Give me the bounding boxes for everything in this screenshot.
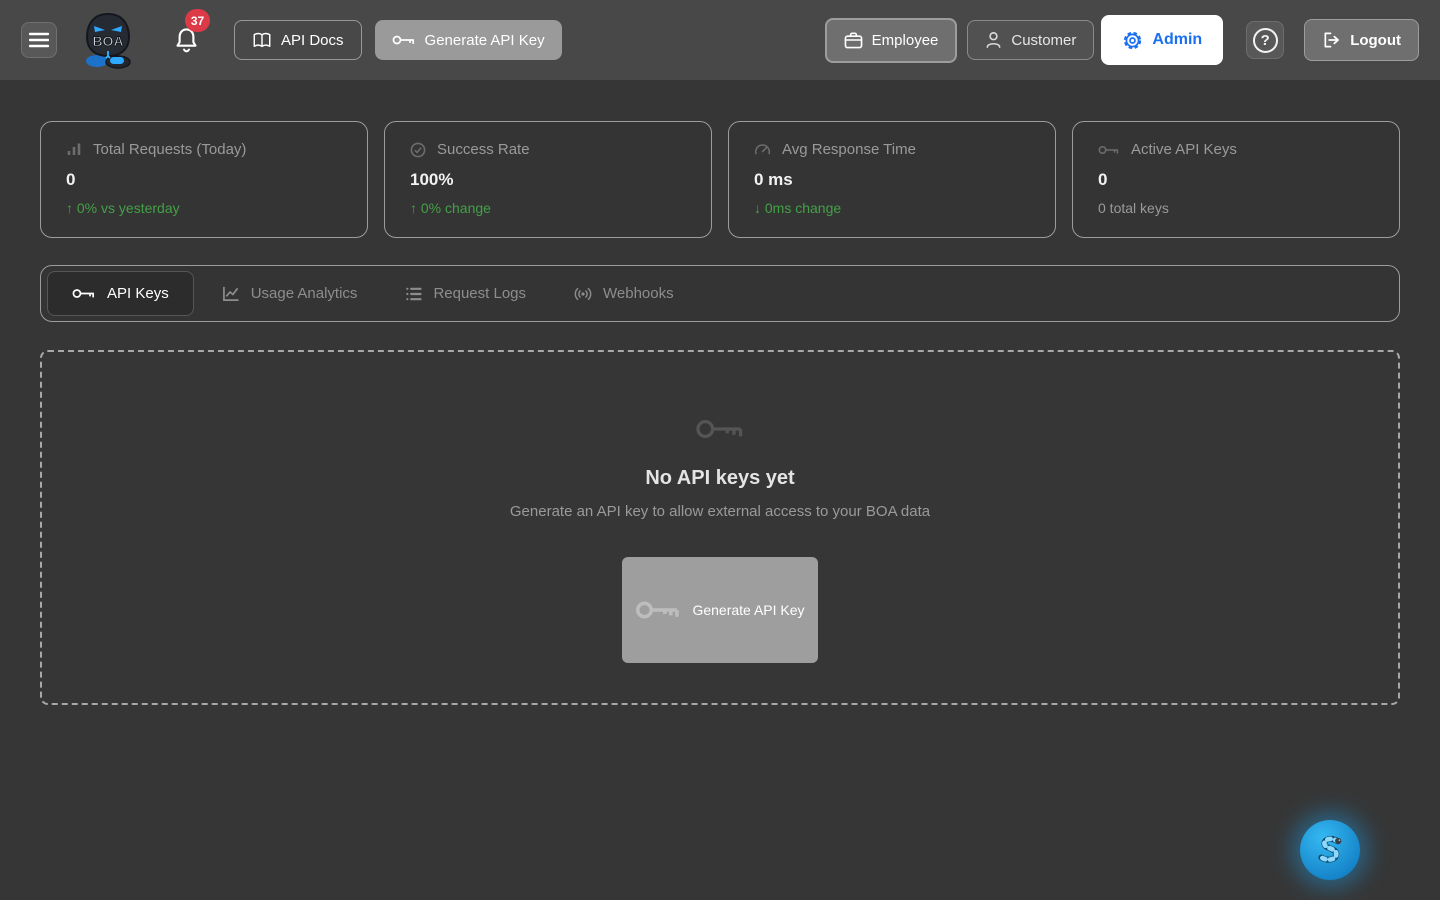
logout-icon bbox=[1322, 31, 1341, 49]
stat-card-total-requests: Total Requests (Today) 0 ↑ 0% vs yesterd… bbox=[40, 121, 368, 238]
api-docs-button[interactable]: API Docs bbox=[234, 20, 362, 60]
empty-state-title: No API keys yet bbox=[645, 467, 794, 490]
question-mark-icon: ? bbox=[1253, 28, 1278, 53]
stat-value: 0 bbox=[1098, 170, 1374, 190]
stat-value: 0 ms bbox=[754, 170, 1030, 190]
role-button-employee[interactable]: Employee bbox=[825, 18, 958, 63]
tab-usage-analytics[interactable]: Usage Analytics bbox=[198, 271, 382, 316]
key-icon bbox=[1098, 144, 1120, 156]
role-customer-label: Customer bbox=[1011, 32, 1076, 49]
header-right-group: Employee Customer Admin ? L bbox=[825, 15, 1419, 65]
empty-state-subtitle: Generate an API key to allow external ac… bbox=[510, 503, 930, 520]
menu-button[interactable] bbox=[21, 22, 57, 58]
notifications-button[interactable]: 37 bbox=[174, 26, 199, 54]
role-employee-label: Employee bbox=[872, 32, 939, 49]
broadcast-icon bbox=[574, 286, 592, 302]
tab-request-logs[interactable]: Request Logs bbox=[381, 271, 550, 316]
api-keys-empty-panel: No API keys yet Generate an API key to a… bbox=[40, 350, 1400, 705]
book-icon bbox=[252, 32, 272, 49]
line-chart-icon bbox=[222, 285, 240, 302]
person-icon bbox=[985, 31, 1002, 49]
role-button-customer[interactable]: Customer bbox=[967, 20, 1094, 60]
generate-api-key-label: Generate API Key bbox=[692, 602, 804, 618]
top-bar: BOA 37 API Docs Generate API Key Employ bbox=[0, 0, 1440, 80]
api-docs-label: API Docs bbox=[281, 32, 344, 49]
check-circle-icon bbox=[410, 142, 426, 158]
tab-webhooks[interactable]: Webhooks bbox=[550, 271, 698, 316]
stat-label: Active API Keys bbox=[1131, 141, 1237, 158]
key-icon bbox=[392, 33, 416, 47]
chat-assistant-button[interactable] bbox=[1300, 820, 1360, 880]
stat-change: ↑ 0% vs yesterday bbox=[66, 200, 342, 216]
key-icon bbox=[695, 415, 745, 443]
role-button-admin[interactable]: Admin bbox=[1101, 15, 1223, 65]
briefcase-icon bbox=[844, 31, 863, 49]
gauge-icon bbox=[754, 142, 771, 157]
boa-snake-logo-icon: BOA bbox=[80, 11, 136, 69]
generate-api-key-button[interactable]: Generate API Key bbox=[622, 557, 818, 663]
stat-label: Success Rate bbox=[437, 141, 530, 158]
tab-api-keys[interactable]: API Keys bbox=[47, 271, 194, 316]
stat-value: 0 bbox=[66, 170, 342, 190]
tab-label: Usage Analytics bbox=[251, 285, 358, 302]
logout-button[interactable]: Logout bbox=[1304, 19, 1419, 61]
role-admin-label: Admin bbox=[1152, 31, 1202, 49]
generate-api-key-header-button[interactable]: Generate API Key bbox=[375, 20, 562, 60]
boa-logo: BOA bbox=[80, 11, 136, 69]
gear-icon bbox=[1122, 30, 1143, 51]
stats-row: Total Requests (Today) 0 ↑ 0% vs yesterd… bbox=[40, 121, 1400, 238]
generate-api-key-header-label: Generate API Key bbox=[425, 32, 545, 49]
stat-card-avg-response-time: Avg Response Time 0 ms ↓ 0ms change bbox=[728, 121, 1056, 238]
hamburger-icon bbox=[29, 32, 49, 48]
tab-label: API Keys bbox=[107, 285, 169, 302]
stat-value: 100% bbox=[410, 170, 686, 190]
key-icon bbox=[72, 287, 96, 300]
key-icon bbox=[635, 597, 681, 623]
notification-count-badge: 37 bbox=[185, 9, 210, 32]
stat-change: ↑ 0% change bbox=[410, 200, 686, 216]
stat-change: 0 total keys bbox=[1098, 200, 1374, 216]
stat-label: Total Requests (Today) bbox=[93, 141, 246, 158]
tab-label: Request Logs bbox=[433, 285, 526, 302]
stat-card-active-api-keys: Active API Keys 0 0 total keys bbox=[1072, 121, 1400, 238]
logo-text: BOA bbox=[92, 33, 123, 49]
stat-label: Avg Response Time bbox=[782, 141, 916, 158]
tab-bar: API Keys Usage Analytics Request Logs We… bbox=[40, 265, 1400, 322]
bar-chart-icon bbox=[66, 142, 82, 157]
stat-change: ↓ 0ms change bbox=[754, 200, 1030, 216]
tab-label: Webhooks bbox=[603, 285, 674, 302]
stat-card-success-rate: Success Rate 100% ↑ 0% change bbox=[384, 121, 712, 238]
help-button[interactable]: ? bbox=[1246, 21, 1284, 59]
list-icon bbox=[405, 286, 422, 302]
snake-icon bbox=[1308, 828, 1352, 872]
logout-label: Logout bbox=[1350, 32, 1401, 49]
